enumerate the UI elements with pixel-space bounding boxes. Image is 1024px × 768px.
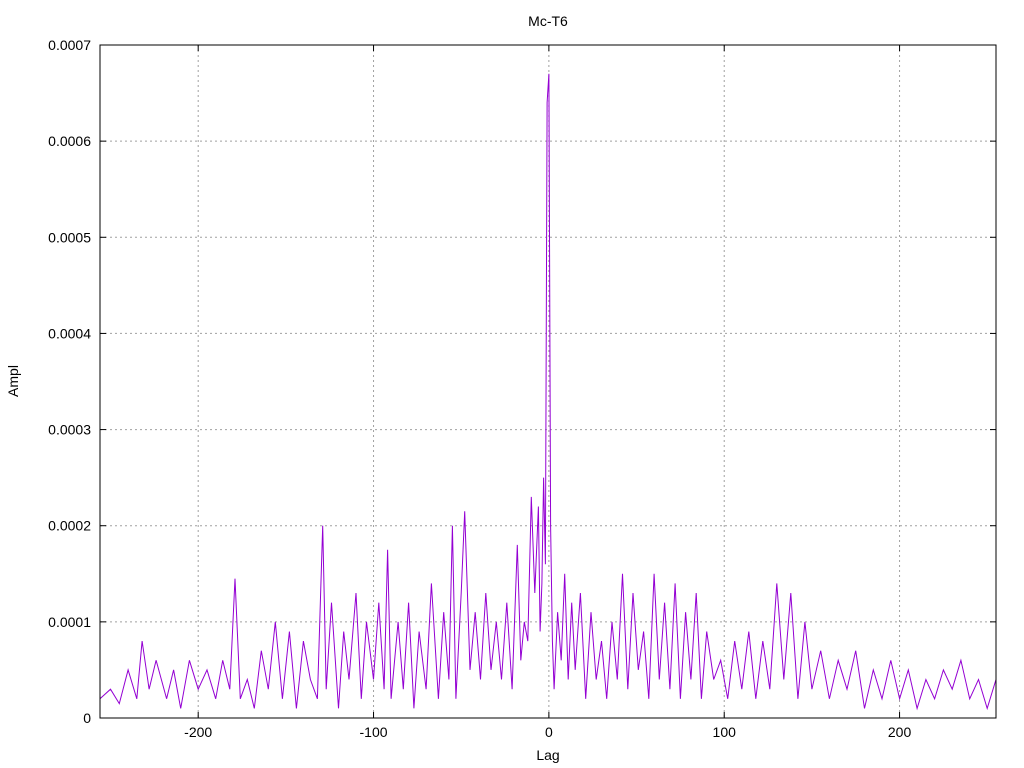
y-tick-label: 0.0002 (48, 518, 91, 534)
x-tick-label: -100 (360, 724, 388, 740)
y-tick-label: 0.0004 (48, 325, 91, 341)
y-tick-label: 0.0007 (48, 37, 91, 53)
line-chart: -200 -100 0 100 200 0 0.0001 0.0002 0.0003 0.000… (0, 0, 1024, 768)
x-tick-label: -200 (184, 724, 212, 740)
y-tick-label: 0.0006 (48, 133, 91, 149)
y-axis-title: Ampl (5, 365, 21, 397)
y-tick-label: 0 (83, 710, 91, 726)
chart-background (0, 0, 1024, 768)
y-tick-label: 0.0003 (48, 422, 91, 438)
x-tick-label: 0 (545, 724, 553, 740)
x-tick-label: 200 (888, 724, 912, 740)
chart-title: Mc-T6 (528, 13, 568, 29)
x-axis-title: Lag (536, 747, 559, 763)
x-tick-label: 100 (713, 724, 737, 740)
y-tick-label: 0.0001 (48, 614, 91, 630)
y-tick-label: 0.0005 (48, 229, 91, 245)
